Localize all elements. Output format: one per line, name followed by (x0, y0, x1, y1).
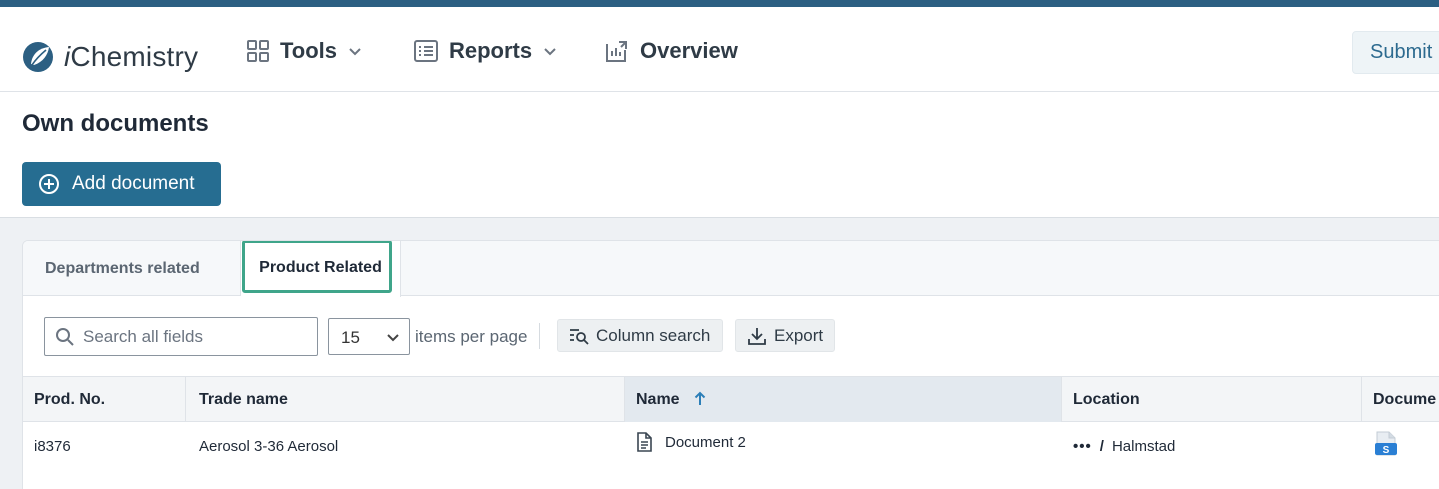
tab-departments-related[interactable]: Departments related (23, 241, 241, 296)
add-document-label: Add document (72, 173, 195, 194)
cell-trade-name: Aerosol 3-36 Aerosol (199, 438, 339, 455)
nav-overview-link[interactable]: Overview (604, 38, 738, 64)
sort-ascending-arrow-icon (694, 391, 706, 405)
document-name: Document 2 (665, 433, 746, 451)
cell-location: ••• / Halmstad (1062, 422, 1362, 472)
sds-file-icon[interactable]: S (1374, 431, 1398, 457)
location-separator: / (1099, 438, 1104, 455)
table-toolbar: 15 items per page Column search Export (23, 297, 1439, 377)
column-search-label: Column search (596, 325, 711, 345)
documents-table: Prod. No. Trade name Name Location Docum… (23, 376, 1439, 472)
tab-label: Departments related (45, 260, 200, 277)
items-per-page-label: items per page (415, 327, 528, 346)
plus-circle-icon (39, 174, 59, 194)
grid-icon (247, 40, 269, 62)
tab-label: Product Related (259, 259, 382, 276)
top-accent-bar (0, 0, 1439, 7)
column-header-location[interactable]: Location (1062, 377, 1362, 422)
location-ellipsis-button[interactable]: ••• (1073, 438, 1092, 455)
add-document-button[interactable]: Add document (22, 162, 221, 206)
page-header: Own documents Add document (0, 92, 1439, 218)
brand-logo[interactable]: iChemistry (22, 40, 198, 74)
document-link[interactable]: Document 2 (636, 432, 1062, 452)
cell-prod-no: i8376 (34, 438, 71, 455)
table-header-row: Prod. No. Trade name Name Location Docum… (23, 376, 1439, 422)
chevron-down-icon (387, 334, 399, 342)
download-icon (748, 327, 766, 345)
content-area: Departments related Product Related 15 i… (0, 218, 1439, 489)
toolbar-divider (539, 323, 540, 349)
bar-chart-icon (606, 41, 627, 62)
items-per-page-select[interactable]: 15 (328, 318, 410, 355)
nav-tools-menu[interactable]: Tools (246, 38, 363, 64)
column-header-name[interactable]: Name (625, 377, 1062, 422)
tab-product-related[interactable]: Product Related (241, 241, 401, 297)
nav-reports-label: Reports (449, 38, 533, 63)
document-icon (637, 432, 652, 452)
submit-button[interactable]: Submit (1352, 31, 1439, 74)
column-search-icon (570, 328, 589, 345)
column-search-button[interactable]: Column search (557, 319, 723, 352)
column-header-prod-no[interactable]: Prod. No. (23, 377, 186, 422)
search-box (44, 317, 318, 356)
export-label: Export (774, 325, 824, 345)
location-name: Halmstad (1111, 438, 1176, 455)
main-navbar: iChemistry Tools Reports Overview Submit (0, 7, 1439, 92)
report-list-icon (414, 40, 438, 62)
page-title: Own documents (22, 110, 209, 137)
ichemistry-leaf-logo-icon (23, 42, 53, 72)
search-icon (56, 327, 74, 346)
chevron-down-icon (544, 48, 556, 56)
column-header-document[interactable]: Docume (1362, 377, 1439, 422)
documents-panel: Departments related Product Related 15 i… (22, 240, 1439, 489)
cell-document: S (1362, 422, 1439, 472)
document-badge: S (1383, 445, 1390, 456)
table-row: i8376 Aerosol 3-36 Aerosol Document 2 ••… (23, 422, 1439, 472)
cell-name: Document 2 (625, 422, 1062, 472)
nav-overview-label: Overview (640, 38, 738, 63)
nav-tools-label: Tools (280, 38, 338, 63)
tab-bar: Departments related Product Related (23, 241, 1439, 297)
export-button[interactable]: Export (735, 319, 835, 352)
chevron-down-icon (349, 48, 361, 56)
search-input[interactable] (83, 326, 303, 347)
brand-name: iChemistry (64, 41, 199, 72)
column-header-trade-name[interactable]: Trade name (186, 377, 625, 422)
nav-reports-menu[interactable]: Reports (413, 38, 558, 64)
items-per-page-value: 15 (341, 328, 360, 347)
